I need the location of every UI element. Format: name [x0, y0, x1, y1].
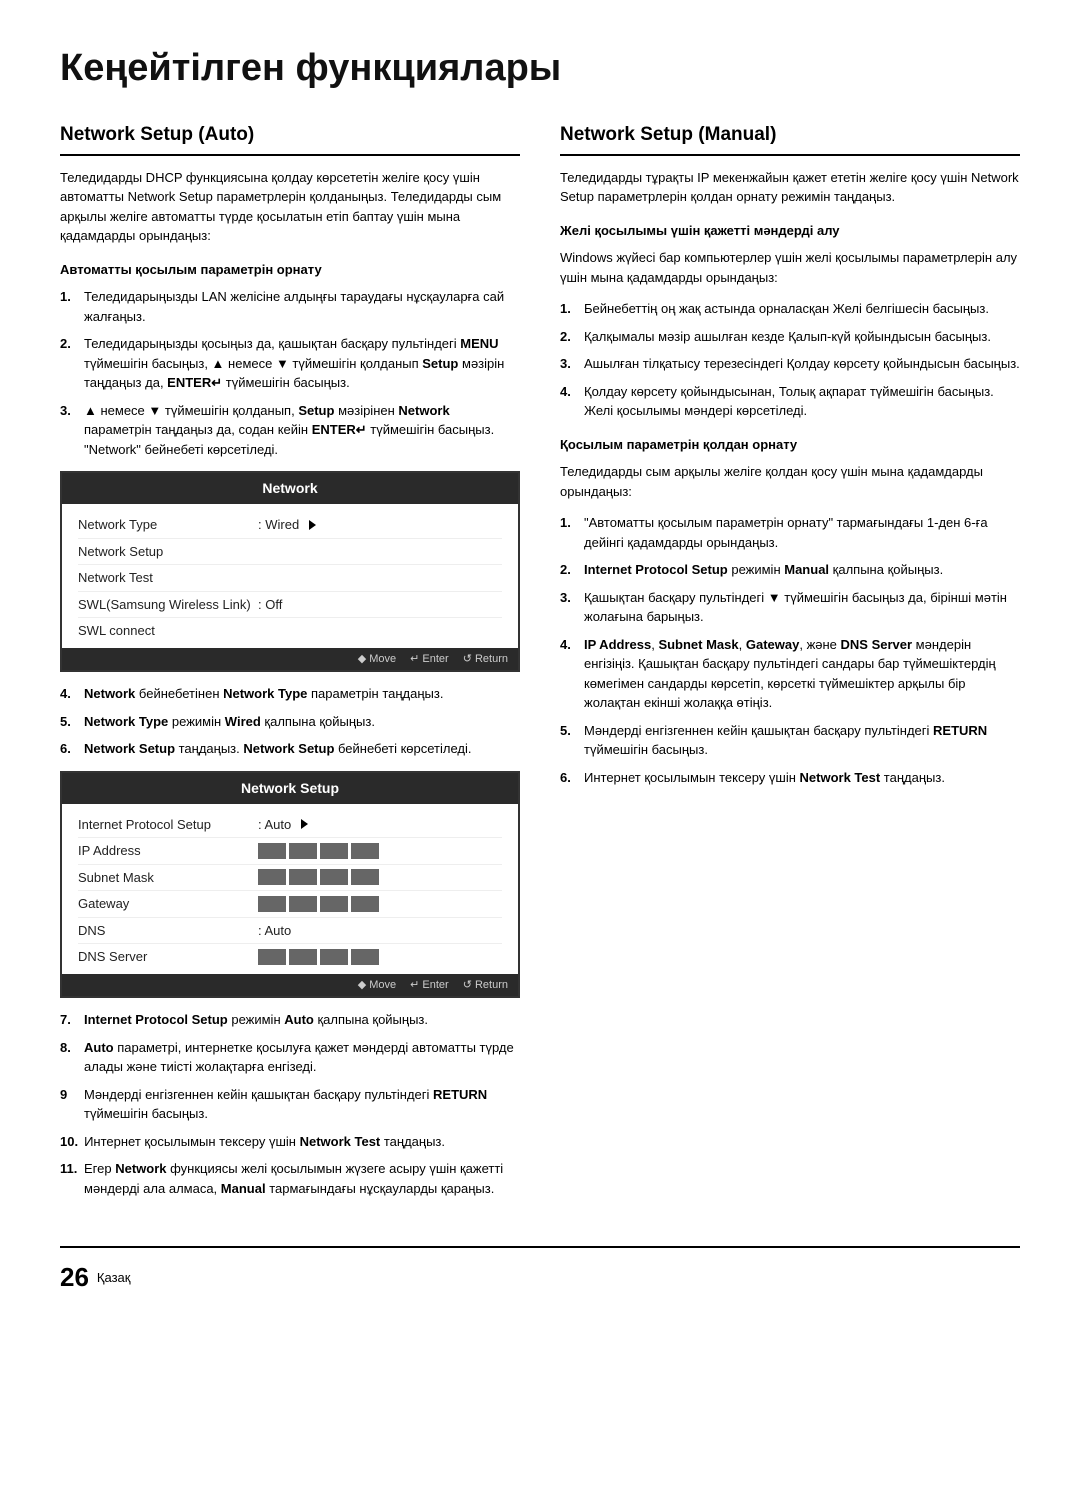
masked-value	[258, 869, 379, 885]
right-subsection2-title: Қосылым параметрін қолдан орнату	[560, 435, 1020, 455]
masked-value	[258, 949, 379, 965]
list-item: 3. Ашылған тілқатысу терезесіндегі Қолда…	[560, 354, 1020, 374]
steps-list-1: 1. Теледидарыңызды LAN желісіне алдыңғы …	[60, 287, 520, 459]
network-box-body: Network Type : Wired Network Setup Netwo…	[62, 504, 518, 648]
setup-row-dnsserver: DNS Server	[78, 944, 502, 970]
network-ui-box: Network Network Type : Wired Network Set…	[60, 471, 520, 672]
list-item: 1. "Автоматты қосылым параметрін орнату"…	[560, 513, 1020, 552]
setup-row-subnet: Subnet Mask	[78, 865, 502, 892]
network-row-swlconnect: SWL connect	[78, 618, 502, 644]
list-item: 4. Network бейнебетінен Network Type пар…	[60, 684, 520, 704]
list-item: 9 Мәндерді енгізгеннен кейін қашықтан ба…	[60, 1085, 520, 1124]
arrow-icon	[309, 520, 316, 530]
setup-row-ip: IP Address	[78, 838, 502, 865]
arrow-icon	[301, 819, 308, 829]
right-intro: Теледидарды тұрақты IP мекенжайын қажет …	[560, 168, 1020, 207]
list-item: 2. Internet Protocol Setup режимін Manua…	[560, 560, 1020, 580]
list-item: 8. Auto параметрі, интернетке қосылуға қ…	[60, 1038, 520, 1077]
right-subsection1-title: Желі қосылымы үшін қажетті мәндерді алу	[560, 221, 1020, 241]
list-item: 6. Интернет қосылымын тексеру үшін Netwo…	[560, 768, 1020, 788]
two-column-layout: Network Setup (Auto) Теледидарды DHCP фу…	[60, 121, 1020, 1206]
list-item: 7. Internet Protocol Setup режимін Auto …	[60, 1010, 520, 1030]
subsection1-title: Автоматты қосылым параметрін орнату	[60, 260, 520, 280]
network-setup-box-footer: ◆ Move ↵ Enter ↺ Return	[62, 974, 518, 997]
network-box-header: Network	[62, 473, 518, 504]
list-item: 2. Қалқымалы мәзір ашылған кезде Қалып-к…	[560, 327, 1020, 347]
steps-list-2: 4. Network бейнебетінен Network Type пар…	[60, 684, 520, 759]
steps-list-3: 7. Internet Protocol Setup режимін Auto …	[60, 1010, 520, 1198]
masked-value	[258, 843, 379, 859]
list-item: 1. Бейнебеттің оң жақ астында орналасқан…	[560, 299, 1020, 319]
right-steps-list-2: 1. "Автоматты қосылым параметрін орнату"…	[560, 513, 1020, 787]
right-intro3: Теледидарды сым арқылы желіге қолдан қос…	[560, 462, 1020, 501]
list-item: 3. Қашықтан басқару пультіндегі ▼ түймеш…	[560, 588, 1020, 627]
network-setup-box-header: Network Setup	[62, 773, 518, 804]
list-item: 4. IP Address, Subnet Mask, Gateway, жән…	[560, 635, 1020, 713]
page-title: Кеңейтілген функциялары	[60, 40, 1020, 97]
list-item: 3. ▲ немесе ▼ түймешігін қолданып, Setup…	[60, 401, 520, 460]
page-number: 26	[60, 1258, 89, 1297]
left-column: Network Setup (Auto) Теледидарды DHCP фу…	[60, 121, 520, 1206]
page-number-bar: 26 Қазақ	[60, 1246, 1020, 1297]
right-section-title: Network Setup (Manual)	[560, 121, 1020, 156]
page-language: Қазақ	[97, 1268, 131, 1288]
left-section-title: Network Setup (Auto)	[60, 121, 520, 156]
list-item: 4. Қолдау көрсету қойындысынан, Толық ақ…	[560, 382, 1020, 421]
masked-value	[258, 896, 379, 912]
network-box-footer: ◆ Move ↵ Enter ↺ Return	[62, 648, 518, 671]
network-setup-ui-box: Network Setup Internet Protocol Setup : …	[60, 771, 520, 999]
left-intro: Теледидарды DHCP функциясына қолдау көрс…	[60, 168, 520, 246]
network-row-swl: SWL(Samsung Wireless Link) : Off	[78, 592, 502, 619]
network-row-type: Network Type : Wired	[78, 512, 502, 539]
network-setup-box-body: Internet Protocol Setup : Auto IP Addres…	[62, 804, 518, 974]
setup-row-ips: Internet Protocol Setup : Auto	[78, 812, 502, 839]
list-item: 2. Теледидарыңызды қосыңыз да, қашықтан …	[60, 334, 520, 393]
right-intro2: Windows жүйесі бар компьютерлер үшін жел…	[560, 248, 1020, 287]
setup-row-gateway: Gateway	[78, 891, 502, 918]
list-item: 5. Мәндерді енгізгеннен кейін қашықтан б…	[560, 721, 1020, 760]
list-item: 1. Теледидарыңызды LAN желісіне алдыңғы …	[60, 287, 520, 326]
network-row-setup: Network Setup	[78, 539, 502, 566]
right-steps-list-1: 1. Бейнебеттің оң жақ астында орналасқан…	[560, 299, 1020, 421]
list-item: 6. Network Setup таңдаңыз. Network Setup…	[60, 739, 520, 759]
list-item: 10. Интернет қосылымын тексеру үшін Netw…	[60, 1132, 520, 1152]
setup-row-dns: DNS : Auto	[78, 918, 502, 945]
list-item: 5. Network Type режимін Wired қалпына қо…	[60, 712, 520, 732]
network-row-test: Network Test	[78, 565, 502, 592]
list-item: 11. Егер Network функциясы желі қосылымы…	[60, 1159, 520, 1198]
right-column: Network Setup (Manual) Теледидарды тұрақ…	[560, 121, 1020, 1206]
